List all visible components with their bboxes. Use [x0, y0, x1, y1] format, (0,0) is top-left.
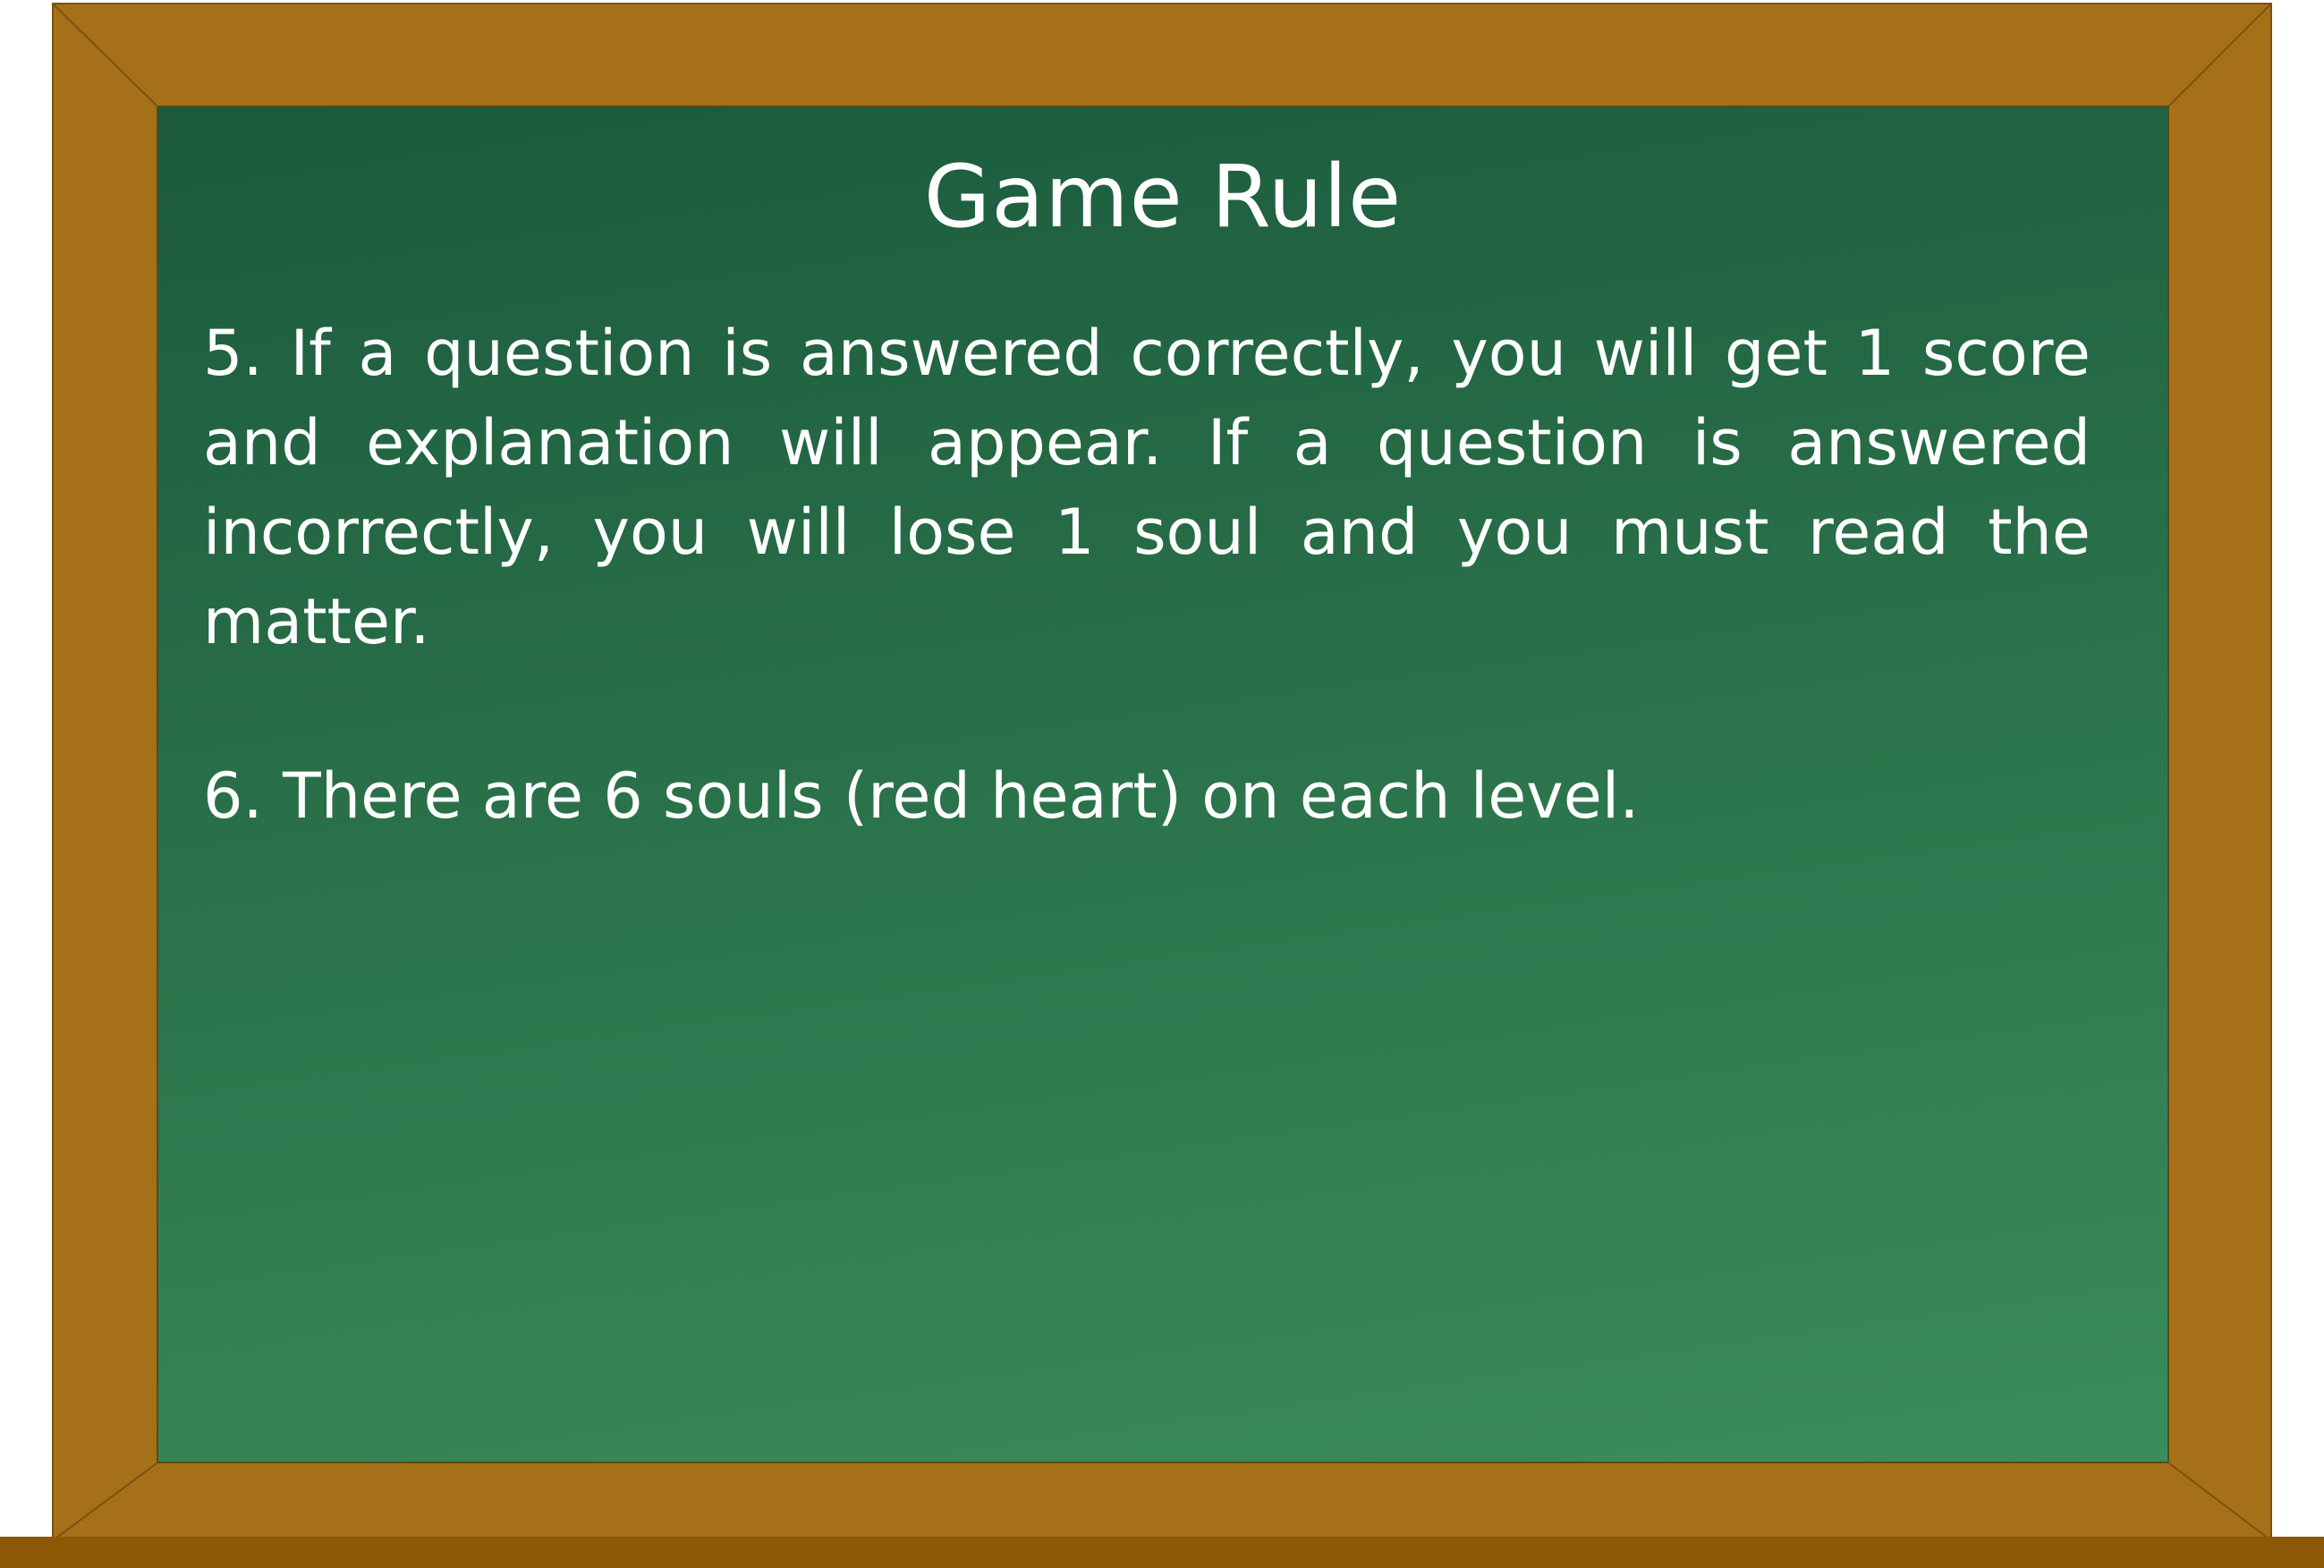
- chalkboard: Game Rule 5. If a question is answered c…: [157, 106, 2169, 1463]
- chalkboard-ledge: [0, 1537, 2324, 1568]
- rule-item-5: 5. If a question is answered correctly, …: [203, 317, 2091, 658]
- rule-title: Game Rule: [923, 147, 1403, 247]
- game-rule-screen: Game Rule 5. If a question is answered c…: [0, 0, 2324, 1568]
- rule-item-6: 6. There are 6 souls (red heart) on each…: [203, 759, 1640, 833]
